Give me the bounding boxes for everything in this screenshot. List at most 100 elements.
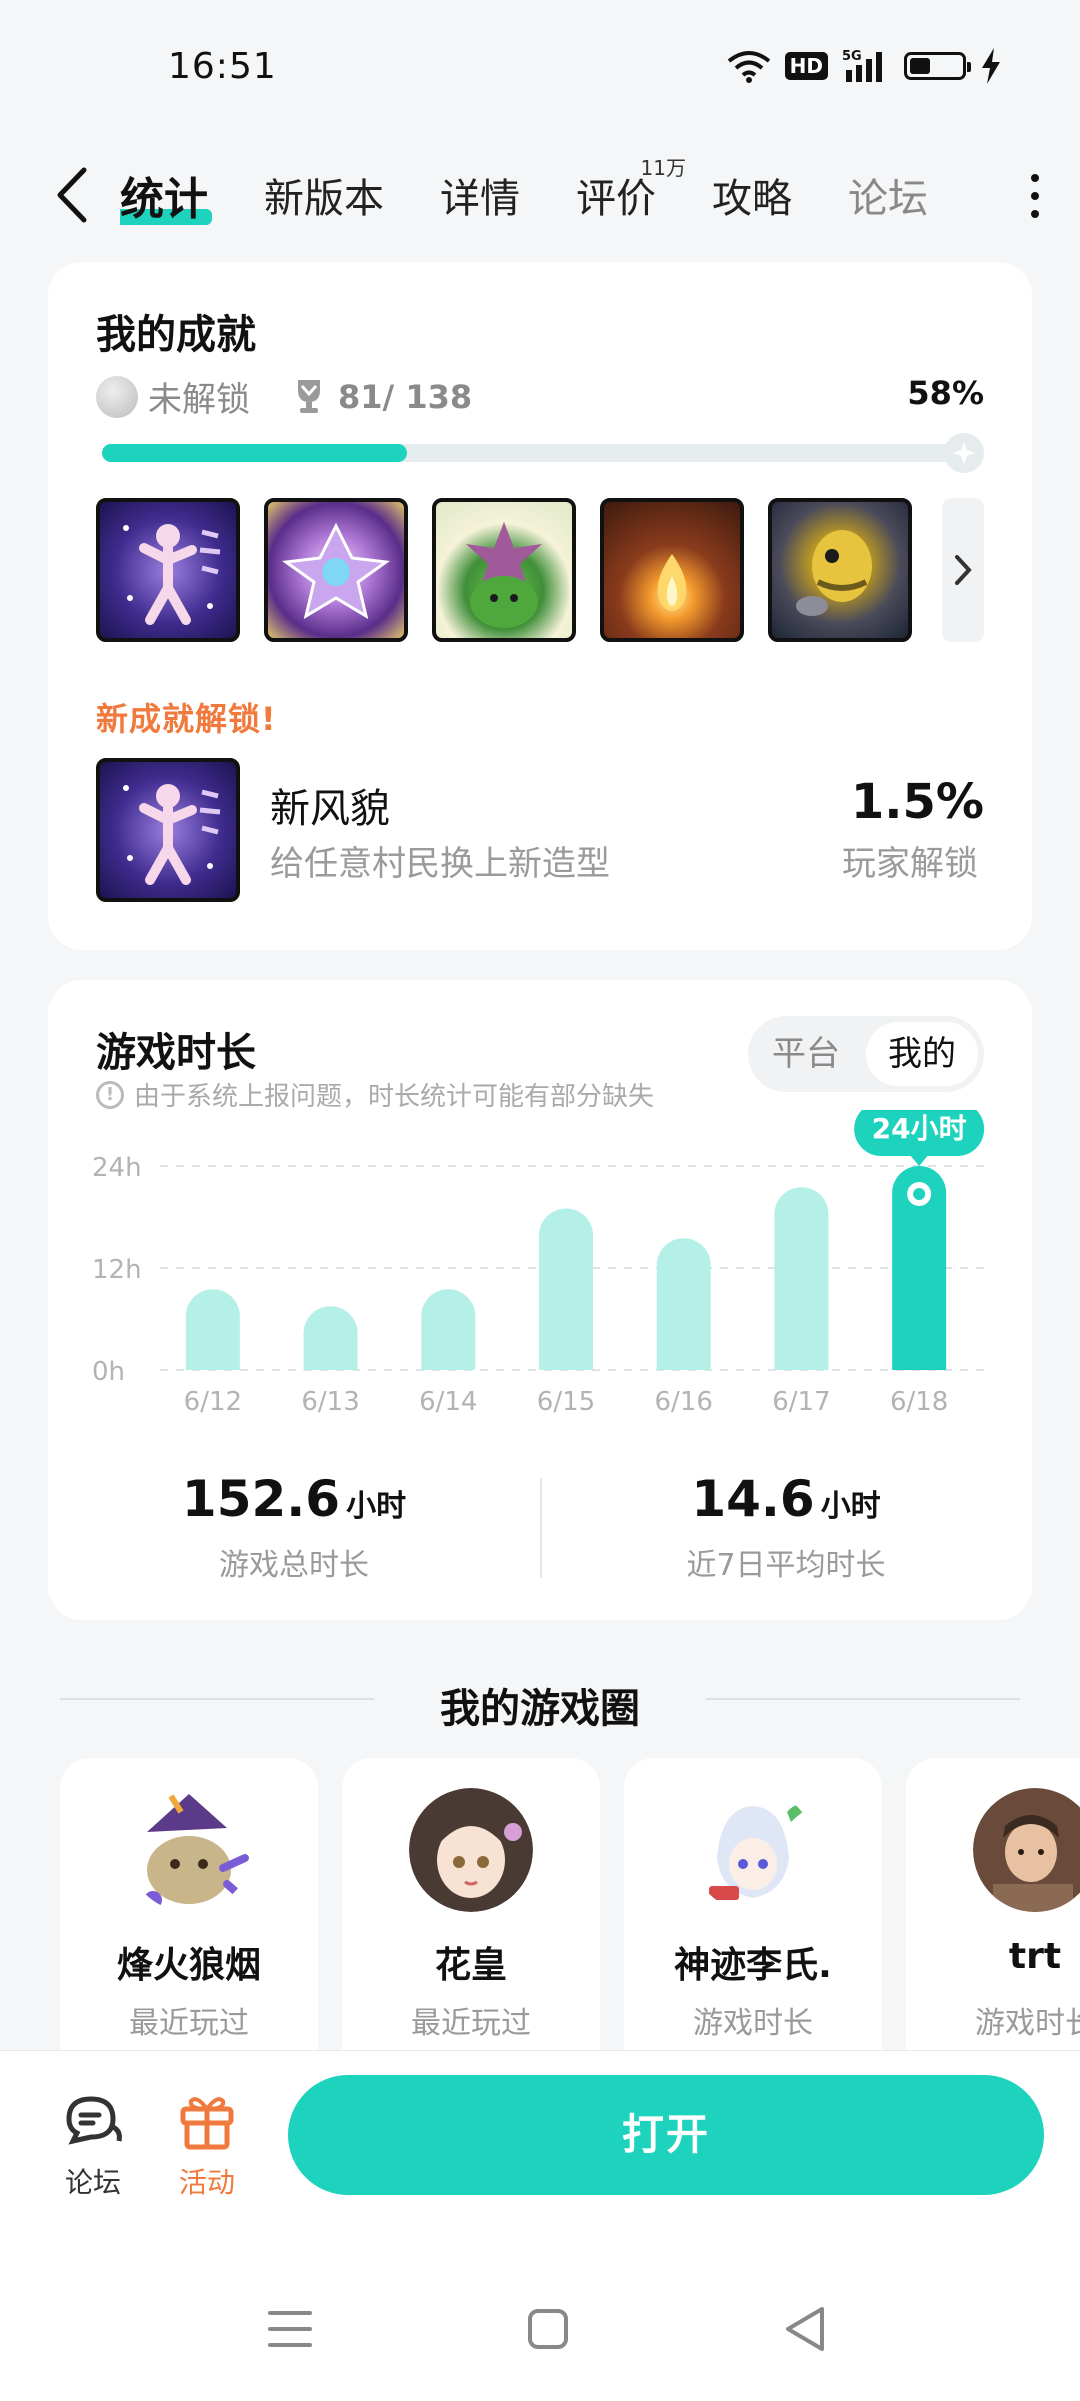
avatar	[691, 1788, 815, 1912]
friend-list: 烽火狼烟 最近玩过 花皇 最近玩过 神迹李氏. 游戏时长 trt 游戏时	[60, 1758, 1080, 2058]
new-achievement-heading: 新成就解锁!	[96, 700, 277, 738]
svg-text:5G: 5G	[842, 49, 862, 64]
bar	[774, 1187, 829, 1370]
friend-card[interactable]: trt 游戏时长	[906, 1758, 1080, 2058]
new-achievement-badge-icon[interactable]	[96, 758, 240, 902]
status-icons: HD 5G	[727, 48, 1002, 84]
battery-icon	[904, 52, 971, 80]
bar	[303, 1306, 358, 1370]
golden-bee-badge-icon[interactable]	[768, 498, 912, 642]
menu-icon[interactable]	[250, 2289, 330, 2369]
total-playtime-label: 游戏总时长	[219, 1548, 369, 1583]
playtime-source-toggle: 平台 我的	[748, 1016, 984, 1092]
locked-label[interactable]: 未解锁	[148, 372, 250, 421]
achievement-title: 我的成就	[96, 312, 256, 358]
bar	[656, 1238, 711, 1370]
x-tick-label: 6/13	[301, 1387, 359, 1417]
charging-icon	[982, 48, 1000, 84]
highlight-tooltip-arrow	[909, 1154, 930, 1166]
badges-next-icon[interactable]	[942, 498, 984, 642]
playtime-title: 游戏时长	[96, 1030, 256, 1076]
tab-stats[interactable]: 统计	[120, 163, 212, 227]
activity-button[interactable]: 活动	[152, 2091, 262, 2201]
bar-marker-inner	[913, 1188, 926, 1200]
activity-label: 活动	[178, 2166, 235, 2199]
achievement-card[interactable]: 我的成就 未解锁 81/ 138 58% 新成就解锁! 新风貌 给任意村民换上新…	[48, 262, 1032, 950]
tab-forum-label: 论坛	[848, 176, 928, 222]
friend-name: 花皇	[434, 1945, 507, 1986]
toggle-platform[interactable]: 平台	[754, 1022, 858, 1086]
trophy-icon	[298, 379, 320, 413]
playtime-note-text: 由于系统上报问题，时长统计可能有部分缺失	[134, 1082, 655, 1112]
toggle-mine[interactable]: 我的	[866, 1022, 978, 1086]
forum-button[interactable]: 论坛	[38, 2091, 148, 2201]
back-nav-icon[interactable]	[766, 2289, 846, 2369]
friend-name: 烽火狼烟	[116, 1945, 261, 1986]
game-circle-header: 我的游戏圈	[60, 1670, 1020, 1732]
achievement-progress-fill	[102, 444, 407, 462]
wifi-icon	[727, 51, 770, 83]
achievement-badge-list	[96, 498, 912, 642]
friend-activity: 游戏时长	[975, 2006, 1080, 2041]
y-tick-label: 24h	[92, 1153, 142, 1183]
y-tick-label: 12h	[92, 1255, 142, 1285]
average-playtime: 14.6 小时 近7日平均时长	[540, 1470, 1032, 1584]
achievement-summary: 未解锁 81/ 138	[96, 372, 472, 421]
new-achievement-name: 新风貌	[270, 786, 390, 832]
system-navigation-bar	[0, 2289, 1080, 2369]
game-circle-title: 我的游戏圈	[440, 1686, 640, 1732]
highlight-tooltip-label: 24小时	[872, 1112, 967, 1145]
back-icon[interactable]	[44, 160, 104, 230]
friend-card[interactable]: 花皇 最近玩过	[342, 1758, 600, 2058]
x-tick-label: 6/14	[419, 1387, 477, 1417]
playtime-note: ! 由于系统上报问题，时长统计可能有部分缺失	[96, 1076, 654, 1113]
avatar	[409, 1788, 533, 1912]
friend-name: trt	[1008, 1936, 1062, 1977]
new-look-badge-icon[interactable]	[96, 498, 240, 642]
tab-guides[interactable]: 攻略	[712, 166, 792, 224]
playtime-card: 游戏时长 ! 由于系统上报问题，时长统计可能有部分缺失 平台 我的 24h 12h…	[48, 980, 1032, 1620]
tab-stats-label: 统计	[120, 174, 208, 225]
status-time: 16:51	[168, 46, 277, 87]
hd-badge: HD	[784, 52, 828, 80]
friend-activity: 游戏时长	[693, 2006, 813, 2041]
crystal-badge-icon[interactable]	[264, 498, 408, 642]
signal-icon: 5G	[842, 49, 882, 82]
y-tick-label: 0h	[92, 1357, 125, 1387]
tab-details[interactable]: 详情	[440, 166, 520, 224]
x-tick-label: 6/18	[890, 1387, 948, 1417]
new-achievement-rate: 1.5%	[850, 774, 984, 830]
x-tick-label: 6/15	[537, 1387, 595, 1417]
x-tick-label: 6/17	[772, 1387, 830, 1417]
info-icon: !	[96, 1080, 124, 1109]
tab-new-version-label: 新版本	[264, 176, 384, 222]
more-icon[interactable]	[1020, 166, 1050, 226]
tab-details-label: 详情	[440, 176, 520, 222]
home-icon[interactable]	[508, 2289, 588, 2369]
friend-name: 神迹李氏.	[674, 1945, 832, 1986]
avatar	[144, 1794, 249, 1909]
gift-icon	[180, 2097, 234, 2150]
progress-end-icon	[944, 433, 984, 473]
bottom-action-bar: 论坛 活动 打开	[0, 2050, 1080, 2401]
friend-card[interactable]: 烽火狼烟 最近玩过	[60, 1758, 318, 2058]
tab-new-version[interactable]: 新版本	[264, 166, 384, 224]
open-game-button[interactable]: 打开	[288, 2075, 1044, 2195]
total-playtime-unit: 小时	[346, 1489, 407, 1524]
plant-creature-badge-icon[interactable]	[432, 498, 576, 642]
friend-card[interactable]: 神迹李氏. 游戏时长	[624, 1758, 882, 2058]
avatar	[973, 1788, 1080, 1912]
friend-activity: 最近玩过	[129, 2006, 249, 2041]
forum-icon	[66, 2096, 122, 2145]
new-achievement-description: 给任意村民换上新造型	[270, 844, 610, 884]
average-playtime-value: 14.6	[691, 1470, 815, 1528]
total-playtime-value: 152.6	[181, 1470, 341, 1528]
tab-reviews-label: 评价	[576, 176, 656, 222]
fire-cave-badge-icon[interactable]	[600, 498, 744, 642]
bar	[421, 1289, 476, 1370]
tab-reviews[interactable]: 评价 11万	[576, 156, 686, 224]
achievement-count: 81/ 138	[338, 377, 473, 416]
friend-activity: 最近玩过	[411, 2006, 531, 2041]
reviews-count-badge: 11万	[640, 156, 686, 180]
tab-forum[interactable]: 论坛	[848, 166, 928, 224]
